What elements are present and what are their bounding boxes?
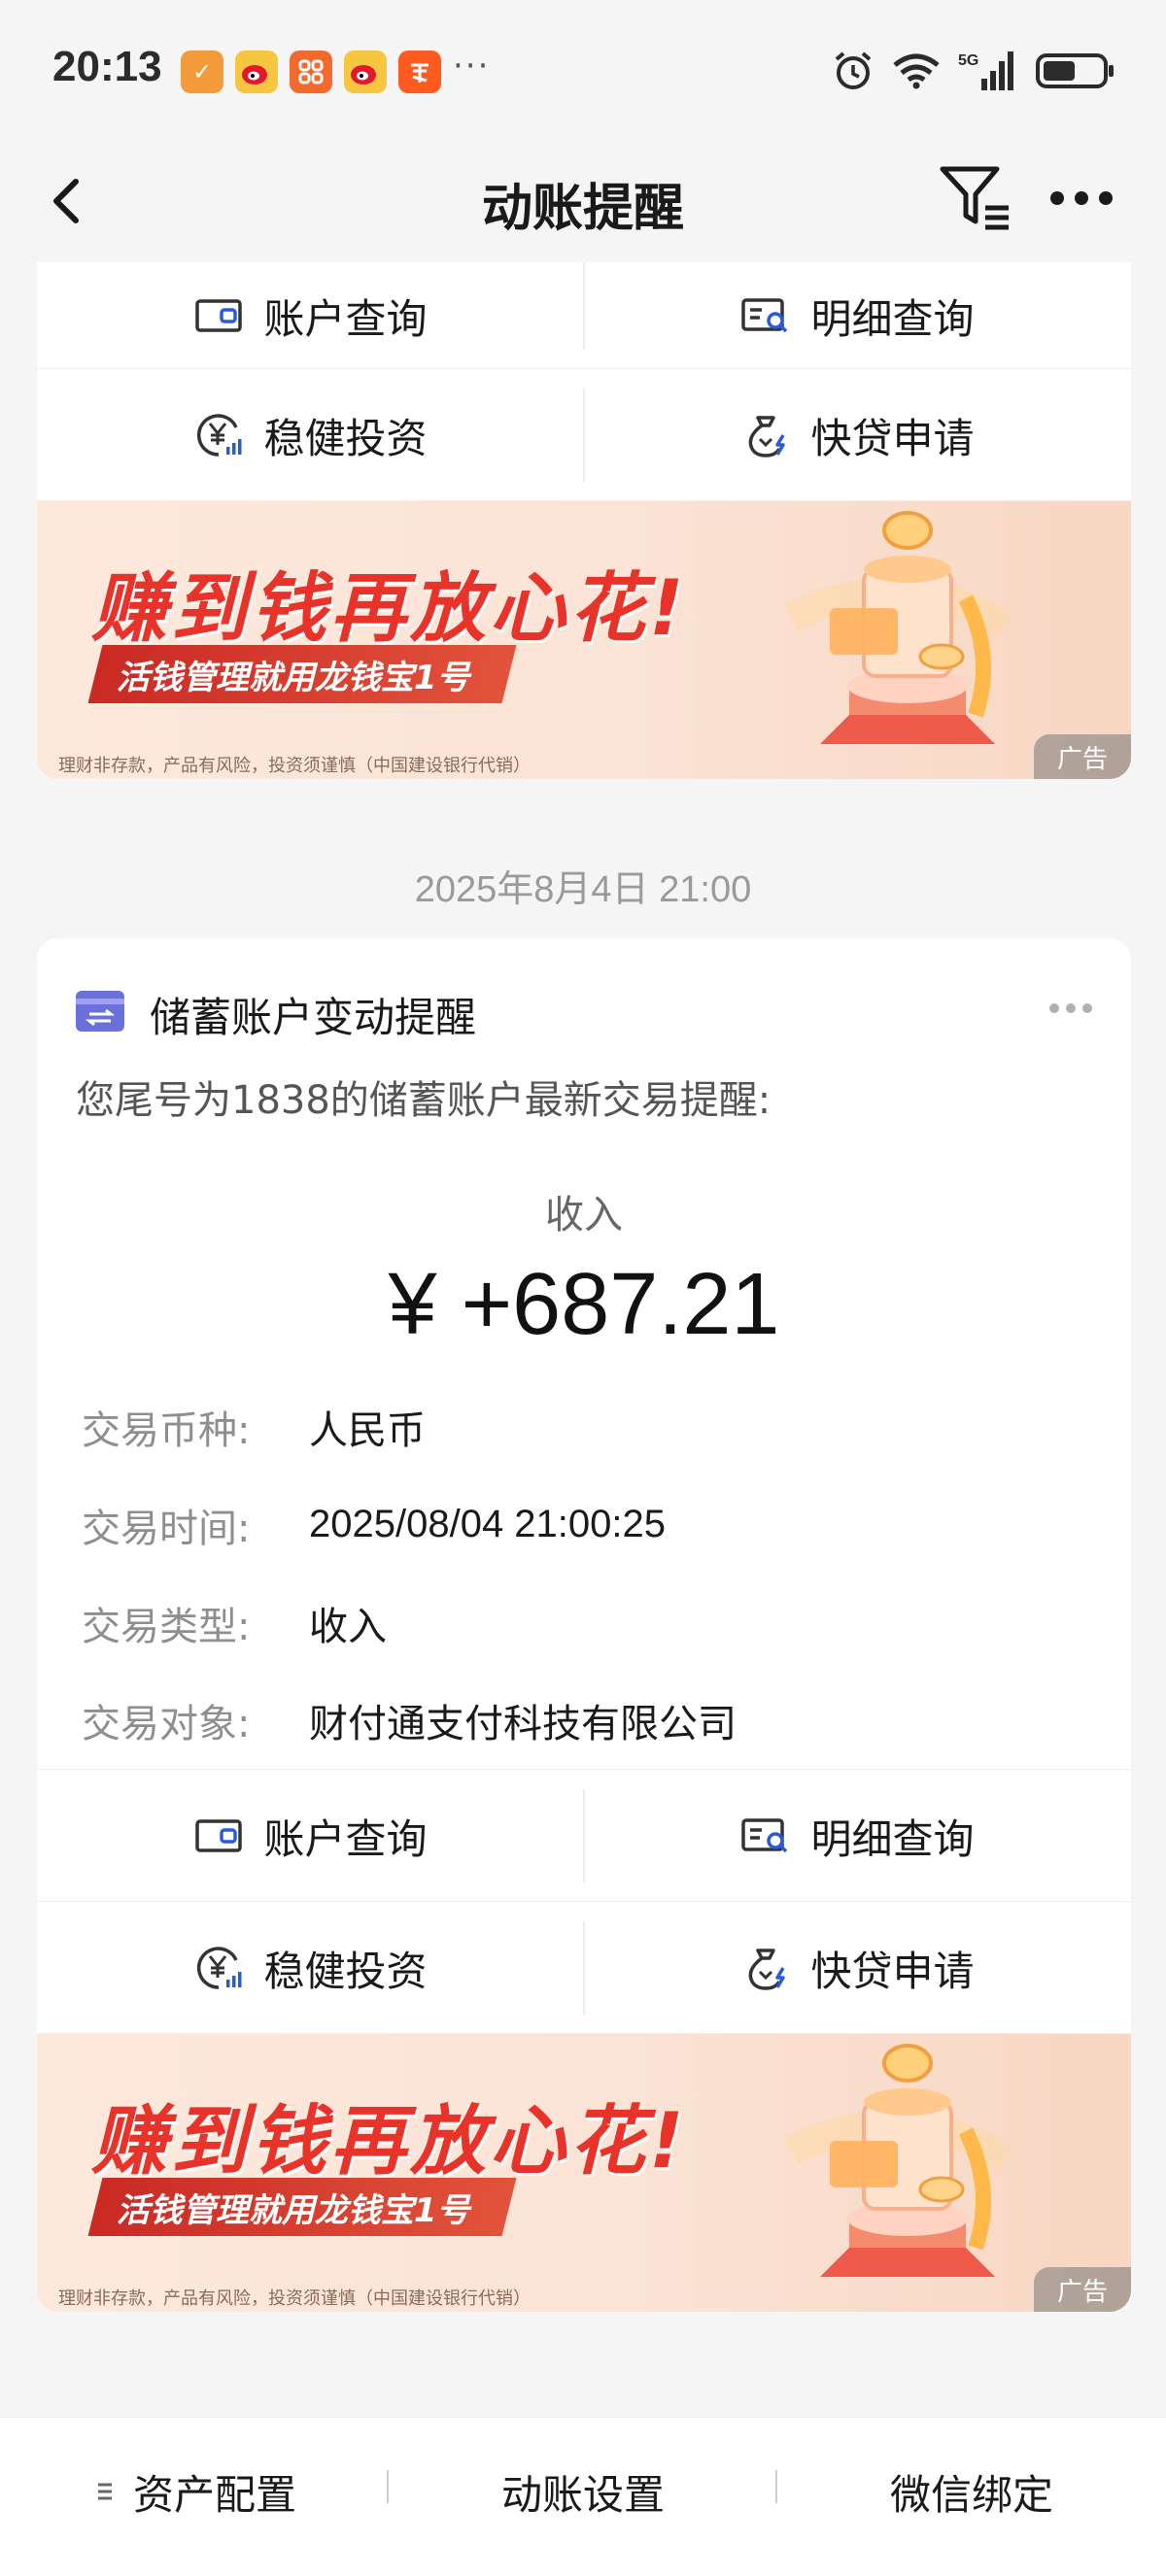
system-icons: 5G <box>832 49 1115 93</box>
battery-icon <box>1036 49 1115 93</box>
notification-header: 储蓄账户变动提醒 <box>37 938 1131 1074</box>
account-query-button[interactable]: 账户查询 <box>37 1770 584 1902</box>
divider <box>583 1921 585 2015</box>
divider <box>583 1789 585 1882</box>
taobao-icon <box>398 51 441 93</box>
tab-label: 微信绑定 <box>889 2470 1053 2519</box>
notification-title: 储蓄账户变动提醒 <box>150 994 477 1041</box>
money-bag-icon <box>740 1943 791 1993</box>
detail-row-currency: 交易币种: 人民币 <box>37 1377 1131 1475</box>
meituan-icon <box>290 51 332 93</box>
account-query-label: 账户查询 <box>263 294 428 343</box>
wallet-icon <box>193 1811 244 1861</box>
action-row-1: 账户查询 明细查询 <box>37 1770 1131 1902</box>
detail-label: 交易币种: <box>82 1407 251 1453</box>
divider <box>583 389 585 482</box>
banner-disclaimer: 理财非存款，产品有风险，投资须谨慎（中国建设银行代销） <box>58 2288 531 2309</box>
detail-value: 人民币 <box>309 1407 426 1453</box>
more-notifications-indicator: ··· <box>453 47 491 85</box>
banner-tagline: 活钱管理就用龙钱宝1号 <box>87 2178 517 2236</box>
weibo-icon <box>235 51 278 93</box>
tab-asset-config[interactable]: 资产配置 <box>0 2431 389 2552</box>
yuan-chart-icon <box>193 410 244 460</box>
weibo-icon <box>344 51 387 93</box>
notification-icons: ✓ <box>181 51 441 93</box>
more-button[interactable] <box>1047 179 1115 218</box>
detail-query-label: 明细查询 <box>810 1814 975 1863</box>
wifi-icon <box>892 49 941 93</box>
detail-query-button[interactable]: 明细查询 <box>584 1770 1131 1902</box>
banner-headline: 赚到钱再放心花! <box>91 565 688 653</box>
transaction-type-heading: 收入 <box>545 1193 623 1237</box>
quick-loan-label: 快贷申请 <box>810 1947 975 1995</box>
more-dots-icon <box>1050 191 1113 205</box>
action-row-2: 稳健投资 快贷申请 <box>37 1902 1131 2034</box>
ad-label: 广告 <box>1034 2267 1131 2312</box>
promo-banner[interactable]: 赚到钱再放心花! 活钱管理就用龙钱宝1号 理财非存款，产品有风险，投资须谨慎（中… <box>37 501 1131 779</box>
detail-value: 收入 <box>309 1604 387 1649</box>
banner-disclaimer: 理财非存款，产品有风险，投资须谨慎（中国建设银行代销） <box>58 756 531 776</box>
shield-app-icon: ✓ <box>181 51 223 93</box>
detail-label: 交易时间: <box>82 1506 251 1551</box>
steady-invest-label: 稳健投资 <box>263 1947 428 1995</box>
filter-button[interactable] <box>937 159 1014 237</box>
status-time: 20:13 <box>52 43 162 90</box>
yuan-chart-icon <box>193 1943 244 1993</box>
steady-invest-button[interactable]: 稳健投资 <box>37 1902 584 2034</box>
nav-bar: 动账提醒 <box>0 146 1166 262</box>
banner-headline: 赚到钱再放心花! <box>91 2098 688 2186</box>
notification-card: 储蓄账户变动提醒 您尾号为1838的储蓄账户最新交易提醒: 收入 ¥ +687.… <box>37 938 1131 2312</box>
bottom-tab-bar: 资产配置 动账设置 微信绑定 <box>0 2417 1166 2576</box>
filter-icon <box>940 166 1009 230</box>
more-dots-icon <box>1049 1003 1092 1013</box>
divider <box>583 262 585 350</box>
wallet-icon <box>193 290 244 341</box>
card-more-button[interactable] <box>1047 1000 1094 1016</box>
coin-stack-illustration <box>772 501 1044 779</box>
previous-message-card: 账户查询 明细查询 稳健投资 快贷申请 赚到钱再放心花! 活钱管理就用龙钱宝1号… <box>37 262 1131 779</box>
alarm-icon <box>832 49 874 93</box>
promo-banner[interactable]: 赚到钱再放心花! 活钱管理就用龙钱宝1号 理财非存款，产品有风险，投资须谨慎（中… <box>37 2034 1131 2312</box>
money-bag-icon <box>740 410 791 460</box>
message-timestamp: 2025年8月4日 21:00 <box>414 869 752 910</box>
detail-row-time: 交易时间: 2025/08/04 21:00:25 <box>37 1475 1131 1574</box>
detail-value: 财付通支付科技有限公司 <box>309 1702 737 1746</box>
detail-label: 交易类型: <box>82 1604 251 1649</box>
quick-loan-label: 快贷申请 <box>810 414 975 462</box>
action-row-2: 稳健投资 快贷申请 <box>37 369 1131 501</box>
detail-row-counterparty: 交易对象: 财付通支付科技有限公司 <box>37 1672 1131 1770</box>
detail-value: 2025/08/04 21:00:25 <box>309 1503 667 1545</box>
detail-query-label: 明细查询 <box>810 294 975 343</box>
tab-wechat-bind[interactable]: 微信绑定 <box>777 2431 1166 2552</box>
ad-label: 广告 <box>1034 734 1131 779</box>
steady-invest-label: 稳健投资 <box>263 414 428 462</box>
menu-icon <box>97 2483 112 2500</box>
tab-label: 动账设置 <box>500 2470 665 2519</box>
account-query-label: 账户查询 <box>263 1814 428 1863</box>
tab-account-settings[interactable]: 动账设置 <box>389 2431 777 2552</box>
action-row-1: 账户查询 明细查询 <box>37 262 1131 369</box>
detail-search-icon <box>740 290 791 341</box>
detail-query-button[interactable]: 明细查询 <box>584 262 1131 369</box>
detail-search-icon <box>740 1811 791 1861</box>
quick-loan-button[interactable]: 快贷申请 <box>584 369 1131 501</box>
quick-loan-button[interactable]: 快贷申请 <box>584 1902 1131 2034</box>
coin-stack-illustration <box>772 2034 1044 2312</box>
steady-invest-button[interactable]: 稳健投资 <box>37 369 584 501</box>
account-query-button[interactable]: 账户查询 <box>37 262 584 369</box>
transfer-card-icon <box>76 991 124 1032</box>
notification-intro: 您尾号为1838的储蓄账户最新交易提醒: <box>76 1078 772 1123</box>
detail-label: 交易对象: <box>82 1702 251 1746</box>
svg-text:5G: 5G <box>958 52 978 69</box>
banner-tagline: 活钱管理就用龙钱宝1号 <box>87 645 517 703</box>
transaction-amount: ¥ +687.21 <box>388 1256 780 1353</box>
status-bar: 20:13 ✓ ··· 5G <box>0 0 1166 146</box>
cellular-signal-icon: 5G <box>958 49 1018 93</box>
tab-label: 资产配置 <box>132 2470 296 2519</box>
detail-row-type: 交易类型: 收入 <box>37 1574 1131 1672</box>
